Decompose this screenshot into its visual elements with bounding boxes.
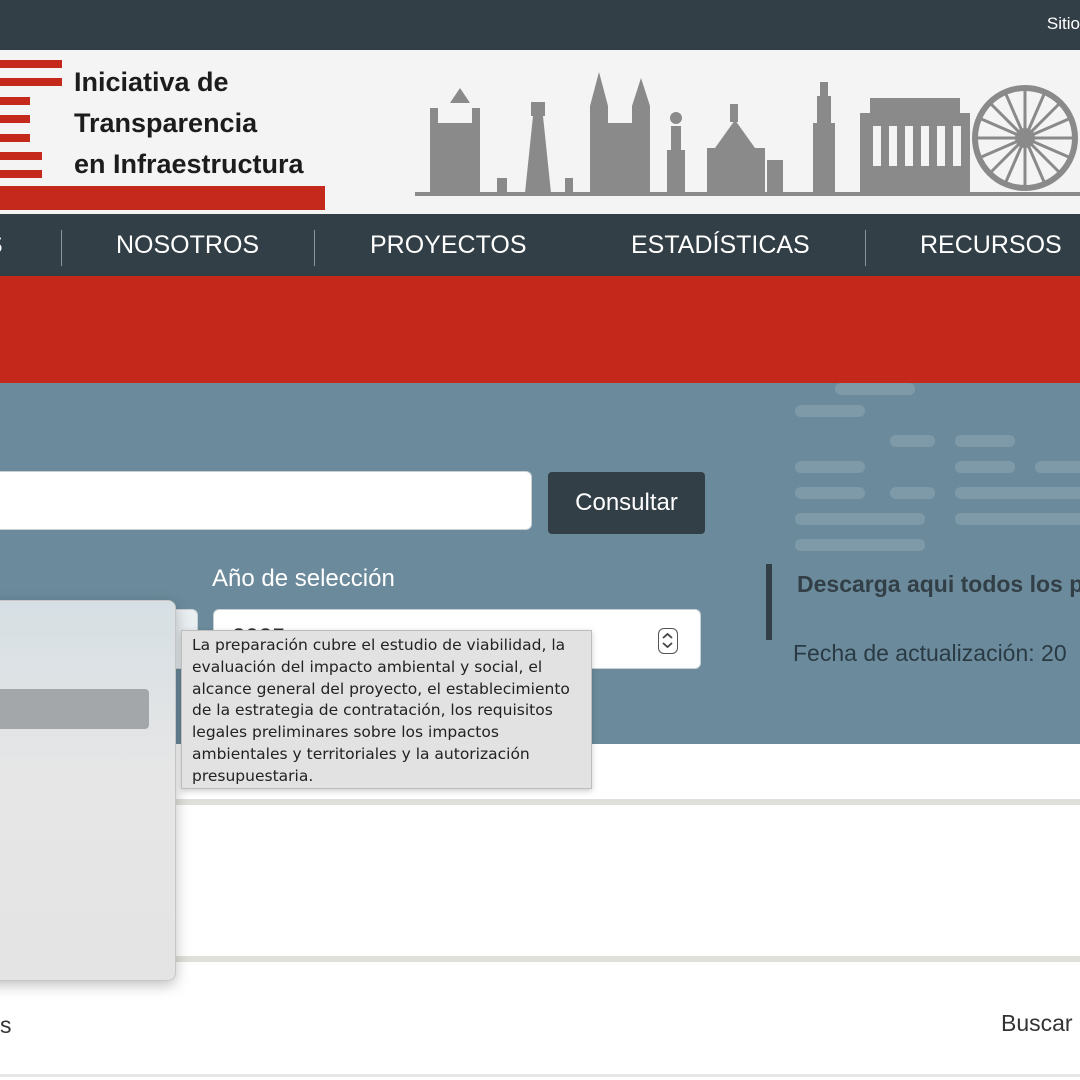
year-label: Año de selección <box>212 565 395 592</box>
main-nav: S NOSOTROS PROYECTOS ESTADÍSTICAS RECURS… <box>0 214 1080 276</box>
dropdown-highlighted-option[interactable] <box>0 689 149 729</box>
nav-item-proyectos[interactable]: PROYECTOS <box>370 214 527 276</box>
nav-item-nosotros[interactable]: NOSOTROS <box>116 214 259 276</box>
tooltip-line: presupuestaria. <box>192 766 314 785</box>
results-label-fragment: s <box>0 1012 12 1038</box>
city-skyline-illustration <box>415 72 1080 196</box>
tooltip-line: evaluación del impacto ambiental y socia… <box>192 657 543 676</box>
buscar-label: Buscar <box>1001 1010 1073 1036</box>
nav-separator <box>61 230 62 266</box>
stage-description-tooltip: La preparación cubre el estudio de viabi… <box>181 630 592 789</box>
update-date: Fecha de actualización: 20 <box>793 640 1067 666</box>
logo-icon[interactable] <box>0 60 70 200</box>
consultar-button[interactable]: Consultar <box>548 472 705 534</box>
search-input[interactable] <box>0 471 532 530</box>
tooltip-line: de la estrategia de contratación, los re… <box>192 701 553 720</box>
red-banner <box>0 276 1080 383</box>
nav-item-estadisticas[interactable]: ESTADÍSTICAS <box>631 214 810 276</box>
nav-item-recursos[interactable]: RECURSOS <box>920 214 1062 276</box>
logo-watermark-icon <box>795 383 1080 551</box>
accent-bar <box>766 564 772 640</box>
site-link[interactable]: Sitio <box>1047 14 1080 34</box>
tooltip-line: alcance general del proyecto, el estable… <box>192 679 570 698</box>
logo-text[interactable]: Iniciativa de Transparencia en Infraestr… <box>74 62 304 185</box>
logo-line-2: Transparencia <box>74 108 258 138</box>
logo-line-3: en Infraestructura <box>74 149 304 179</box>
download-title[interactable]: Descarga aqui todos los proyectos <box>797 566 1080 603</box>
logo-underline <box>0 186 325 210</box>
nav-item-partial[interactable]: S <box>0 214 3 276</box>
nav-separator <box>314 230 315 266</box>
tooltip-line: ambientales y territoriales y la autoriz… <box>192 744 530 763</box>
tooltip-line: legales preliminares sobre los impactos <box>192 723 499 742</box>
tooltip-line: La preparación cubre el estudio de viabi… <box>192 636 566 654</box>
nav-separator <box>865 230 866 266</box>
logo-line-1: Iniciativa de <box>74 67 229 97</box>
top-bar: Sitio <box>0 0 1080 50</box>
select-stepper-icon <box>658 628 678 654</box>
site-header: Iniciativa de Transparencia en Infraestr… <box>0 50 1080 214</box>
stage-dropdown-menu[interactable] <box>0 600 176 981</box>
divider <box>0 1074 1080 1077</box>
